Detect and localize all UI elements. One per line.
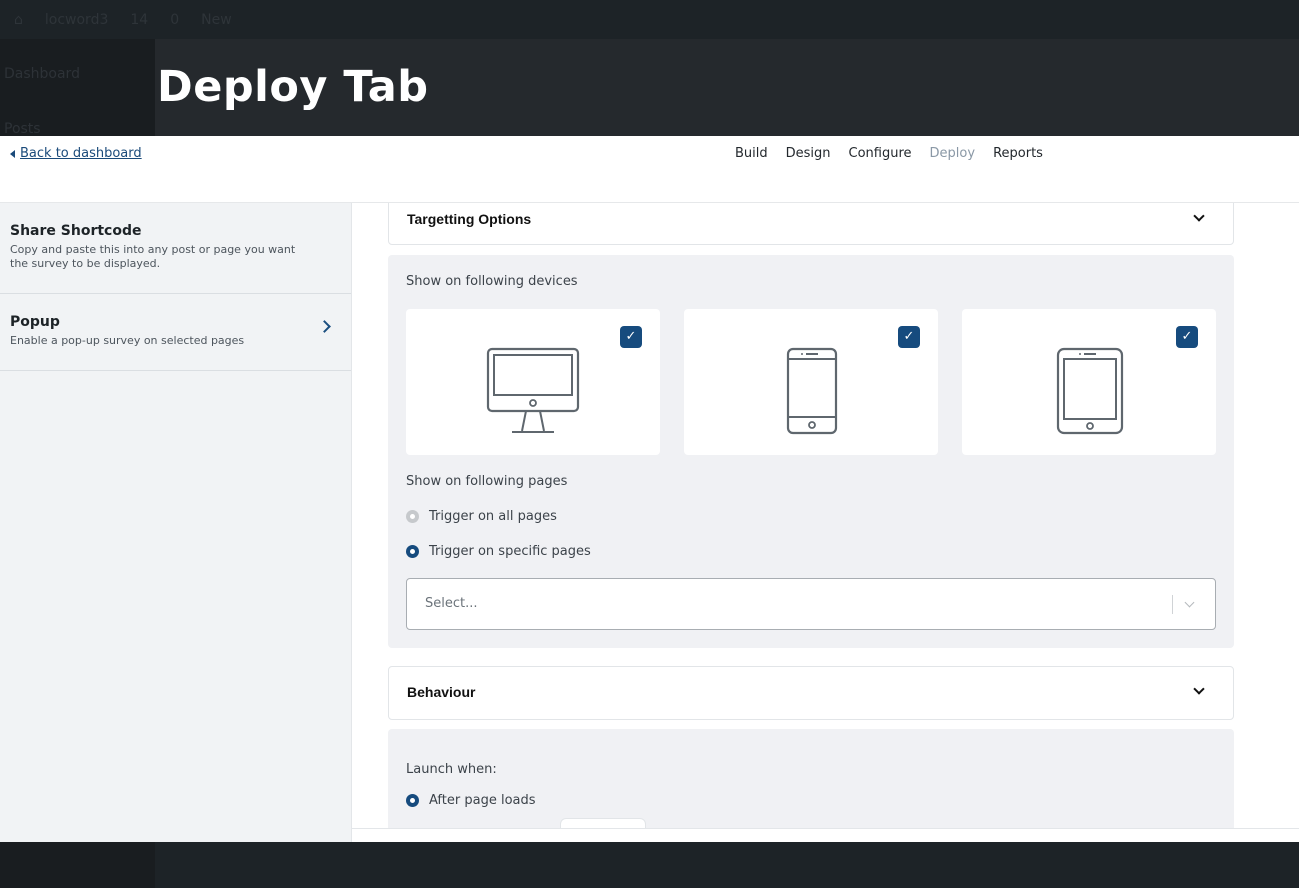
radio-trigger-specific-pages[interactable]: Trigger on specific pages <box>406 544 591 559</box>
site-name: locword3 <box>44 11 109 28</box>
chevron-down-icon <box>1184 597 1195 608</box>
targeting-panel: Show on following devices ✓ ✓ ✓ Show on … <box>388 255 1234 648</box>
radio-on-icon[interactable] <box>406 545 419 558</box>
sidebar-item-popup[interactable]: Popup Enable a pop-up survey on selected… <box>0 294 351 371</box>
tab-design[interactable]: Design <box>786 146 831 161</box>
chevron-down-icon <box>1193 210 1205 222</box>
delay-input[interactable] <box>560 818 646 828</box>
radio-off-icon[interactable] <box>406 510 419 523</box>
accordion-title: Behaviour <box>407 684 476 700</box>
behaviour-panel: Launch when: After page loads <box>388 729 1234 828</box>
radio-on-icon[interactable] <box>406 794 419 807</box>
home-icon: ⌂ <box>14 11 23 28</box>
device-card-tablet[interactable]: ✓ <box>962 309 1216 455</box>
devices-label: Show on following devices <box>406 274 578 289</box>
desktop-icon <box>486 347 580 433</box>
wp-sidebar-item-posts: Posts <box>4 121 41 137</box>
back-to-dashboard-link[interactable]: Back to dashboard <box>10 146 142 161</box>
deploy-main: Targetting Options Show on following dev… <box>352 203 1299 828</box>
wp-sidebar-item-dashboard: Dashboard <box>4 66 80 82</box>
caret-left-icon <box>10 149 15 158</box>
device-card-desktop[interactable]: ✓ <box>406 309 660 455</box>
sidebar-item-title: Popup <box>10 314 60 330</box>
comments-count: 0 <box>170 11 180 28</box>
radio-label: Trigger on all pages <box>429 509 557 524</box>
tab-build[interactable]: Build <box>735 146 768 161</box>
mobile-checkbox[interactable]: ✓ <box>898 326 920 348</box>
radio-after-page-loads[interactable]: After page loads <box>406 793 536 808</box>
panel-footer <box>352 828 1299 842</box>
select-divider <box>1172 595 1173 614</box>
select-placeholder: Select... <box>425 596 478 611</box>
wp-admin-bar: ⌂ locword3 14 0 New <box>0 0 1299 39</box>
tab-deploy[interactable]: Deploy <box>930 146 976 161</box>
sidebar-item-share-shortcode[interactable]: Share Shortcode Copy and paste this into… <box>0 203 351 294</box>
desktop-checkbox[interactable]: ✓ <box>620 326 642 348</box>
sidebar-item-desc: Copy and paste this into any post or pag… <box>10 243 296 270</box>
accordion-title: Targetting Options <box>407 211 532 227</box>
device-card-mobile[interactable]: ✓ <box>684 309 938 455</box>
back-label: Back to dashboard <box>20 146 142 161</box>
radio-trigger-all-pages[interactable]: Trigger on all pages <box>406 509 557 524</box>
launch-label: Launch when: <box>406 762 497 777</box>
tablet-checkbox[interactable]: ✓ <box>1176 326 1198 348</box>
updates-count: 14 <box>130 11 149 28</box>
builder-panel: Back to dashboard Build Design Configure… <box>0 136 1299 842</box>
pages-label: Show on following pages <box>406 474 568 489</box>
tab-bar: Build Design Configure Deploy Reports <box>735 146 1043 161</box>
radio-label: After page loads <box>429 793 536 808</box>
sidebar-item-title: Share Shortcode <box>10 223 142 239</box>
sidebar-item-desc: Enable a pop-up survey on selected pages <box>10 334 245 347</box>
top-nav: Back to dashboard Build Design Configure… <box>0 136 1299 203</box>
mobile-icon <box>786 347 838 435</box>
radio-label: Trigger on specific pages <box>429 544 591 559</box>
targeting-accordion-header[interactable]: Targetting Options <box>388 203 1234 245</box>
new-link: New <box>201 11 232 28</box>
tab-configure[interactable]: Configure <box>849 146 912 161</box>
deploy-sidebar: Share Shortcode Copy and paste this into… <box>0 203 352 842</box>
page-title: Deploy Tab <box>157 62 429 112</box>
tab-reports[interactable]: Reports <box>993 146 1043 161</box>
chevron-down-icon <box>1193 683 1205 695</box>
behaviour-accordion-header[interactable]: Behaviour <box>388 666 1234 720</box>
pages-select[interactable]: Select... <box>406 578 1216 630</box>
tablet-icon <box>1056 347 1124 435</box>
